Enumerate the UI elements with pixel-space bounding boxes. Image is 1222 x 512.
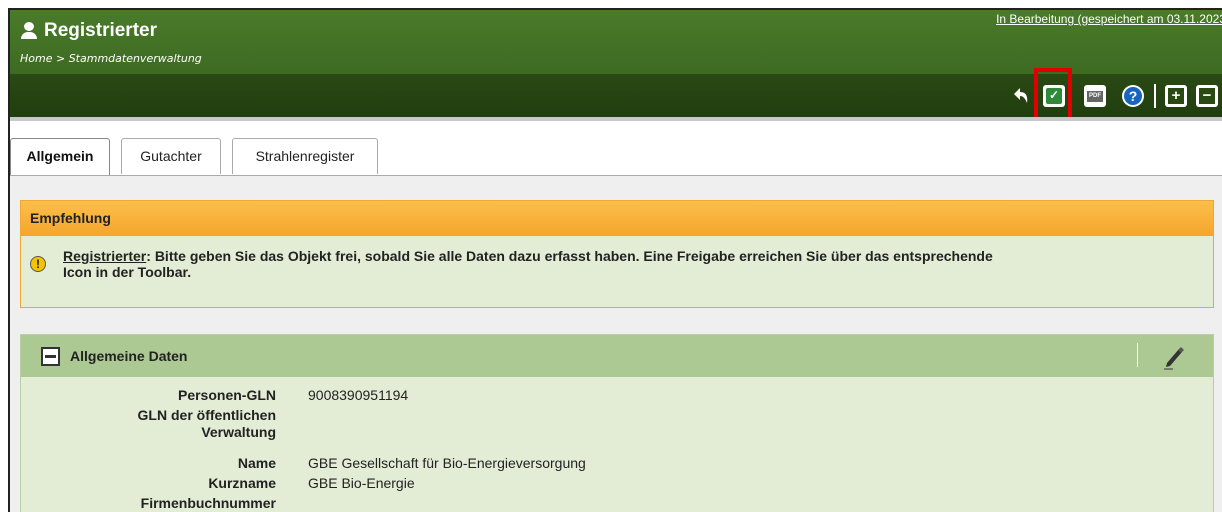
back-icon[interactable] (1009, 84, 1031, 106)
empfehlung-heading: Empfehlung (21, 201, 1213, 236)
field-label: GLN der öffentlichen Verwaltung (21, 407, 276, 441)
field-label-line-2: Verwaltung (201, 424, 276, 440)
toolbar-divider (1154, 84, 1156, 108)
warning-icon: ! (30, 256, 46, 272)
field-value: 9008390951194 (308, 387, 409, 403)
page-title: Registrierter (44, 20, 157, 41)
tab-gutachter[interactable]: Gutachter (121, 138, 221, 174)
empfehlung-link[interactable]: Registrierter (63, 248, 146, 264)
tab-allgemein[interactable]: Allgemein (10, 138, 110, 176)
allgemeine-daten-panel: Allgemeine Daten Personen-GLN 9008390951… (20, 334, 1214, 512)
empfehlung-line-1: Registrierter: Bitte geben Sie das Objek… (63, 248, 1197, 264)
main-content: Empfehlung ! Registrierter: Bitte geben … (10, 176, 1222, 512)
allgemeine-daten-heading: Allgemeine Daten (70, 348, 188, 364)
empfehlung-body: ! Registrierter: Bitte geben Sie das Obj… (21, 236, 1213, 280)
status-link[interactable]: In Bearbeitung (gespeichert am 03.11.202… (996, 12, 1222, 26)
tab-strahlenregister[interactable]: Strahlenregister (232, 138, 378, 174)
field-label: Personen-GLN (177, 387, 276, 403)
help-icon[interactable]: ? (1122, 85, 1144, 107)
allgemeine-daten-header: Allgemeine Daten (21, 335, 1213, 377)
breadcrumb[interactable]: Home > Stammdatenverwaltung (20, 52, 202, 65)
empfehlung-text: : Bitte geben Sie das Objekt frei, sobal… (146, 248, 993, 264)
header: Registrierter Home > Stammdatenverwaltun… (10, 10, 1222, 74)
field-label-line-1: GLN der öffentlichen (137, 407, 276, 423)
expand-all-icon[interactable]: + (1165, 85, 1187, 107)
empfehlung-line-2: Icon in der Toolbar. (63, 264, 192, 280)
collapse-icon[interactable] (41, 347, 60, 366)
field-label: Kurzname (208, 475, 276, 491)
title-wrap: Registrierter (20, 20, 157, 42)
pdf-icon[interactable]: PDF (1084, 85, 1106, 107)
header-separator (1137, 343, 1138, 367)
field-value: GBE Bio-Energie (308, 475, 415, 491)
field-label: Name (237, 455, 276, 471)
tab-bar: Allgemein Gutachter Strahlenregister (10, 121, 1222, 176)
empfehlung-panel: Empfehlung ! Registrierter: Bitte geben … (20, 200, 1214, 308)
pencil-icon[interactable] (1161, 341, 1185, 371)
release-highlight-box (1034, 68, 1072, 122)
person-icon (20, 22, 38, 40)
field-value: GBE Gesellschaft für Bio-Energieversorgu… (308, 455, 586, 471)
collapse-all-icon[interactable]: − (1196, 85, 1218, 107)
app-window: Registrierter Home > Stammdatenverwaltun… (8, 8, 1222, 512)
field-label: Firmenbuchnummer (140, 495, 276, 511)
